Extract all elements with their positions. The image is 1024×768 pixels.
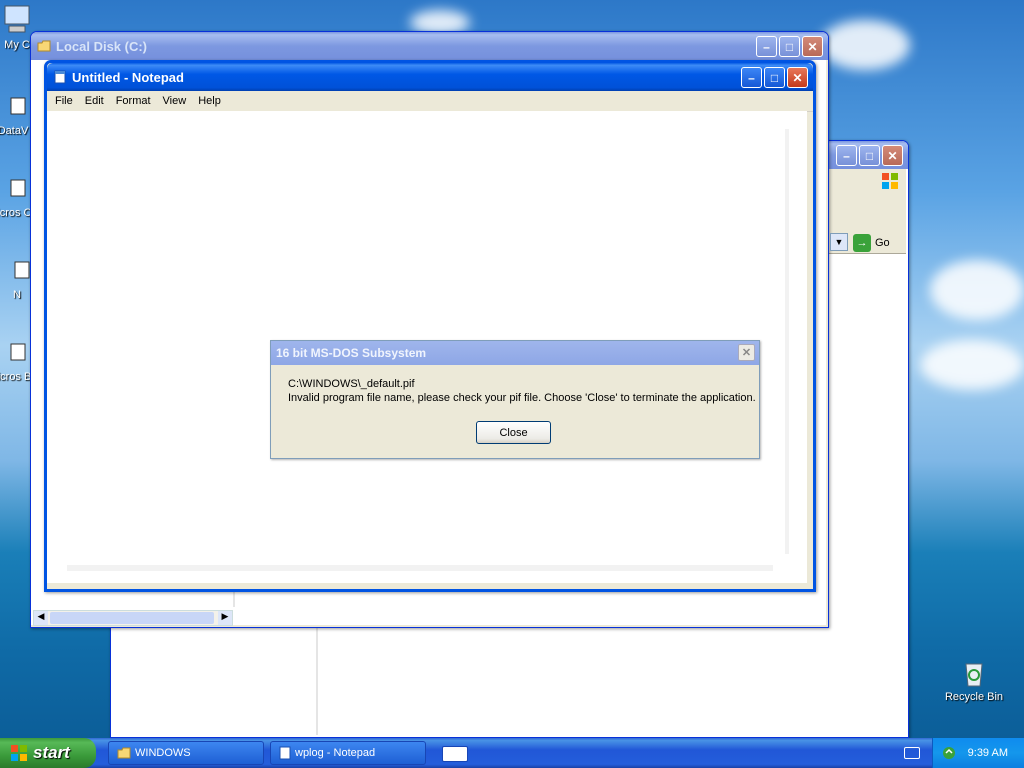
windows-logo-icon xyxy=(880,171,900,191)
notepad-titlebar[interactable]: Untitled - Notepad – □ ✕ xyxy=(47,63,813,91)
windows-flag-icon xyxy=(10,744,28,762)
minimize-button[interactable]: – xyxy=(836,145,857,166)
notepad-window[interactable]: Untitled - Notepad – □ ✕ File Edit Forma… xyxy=(44,60,816,592)
dialog-message: C:\WINDOWS\_default.pif Invalid program … xyxy=(271,365,759,405)
taskbar: start WINDOWS wplog - Notepad 9:39 AM xyxy=(0,738,1024,768)
scroll-thumb[interactable] xyxy=(50,612,214,624)
menu-format[interactable]: Format xyxy=(110,95,157,107)
app-icon xyxy=(1,254,33,286)
horizontal-scrollbar-track[interactable] xyxy=(67,565,773,571)
desktop-icon-label: My C xyxy=(4,39,30,51)
maximize-button[interactable]: □ xyxy=(779,36,800,57)
go-button[interactable]: → Go xyxy=(853,233,903,253)
dialog-close-button[interactable]: Close xyxy=(476,421,551,444)
scroll-right-button[interactable]: ▶ xyxy=(218,611,232,625)
task-group-icon[interactable] xyxy=(442,746,468,762)
dialog-message-line1: C:\WINDOWS\_default.pif xyxy=(288,378,415,390)
network-tray-icon[interactable] xyxy=(941,745,957,761)
close-button[interactable]: ✕ xyxy=(787,67,808,88)
address-dropdown-button[interactable]: ▼ xyxy=(830,233,848,251)
maximize-button[interactable]: □ xyxy=(859,145,880,166)
task-label: WINDOWS xyxy=(135,747,191,759)
local-disk-titlebar[interactable]: Local Disk (C:) – □ ✕ xyxy=(31,32,828,60)
dialog-close-icon[interactable]: ✕ xyxy=(738,344,755,361)
go-label: Go xyxy=(875,237,890,249)
maximize-button[interactable]: □ xyxy=(764,67,785,88)
menu-edit[interactable]: Edit xyxy=(79,95,110,107)
vertical-scrollbar-track[interactable] xyxy=(785,129,789,554)
app-icon xyxy=(0,336,29,368)
start-label: start xyxy=(33,743,70,762)
app-icon xyxy=(0,90,29,122)
dialog-title: 16 bit MS-DOS Subsystem xyxy=(276,346,427,360)
task-windows[interactable]: WINDOWS xyxy=(108,741,264,765)
start-button[interactable]: start xyxy=(0,738,96,768)
scroll-left-button[interactable]: ◀ xyxy=(34,611,48,625)
close-button[interactable]: ✕ xyxy=(802,36,823,57)
go-arrow-icon: → xyxy=(853,234,871,252)
task-label: wplog - Notepad xyxy=(295,747,376,759)
window-title: Local Disk (C:) xyxy=(56,38,148,54)
computer-icon xyxy=(1,4,33,36)
app-icon xyxy=(0,172,29,204)
system-tray: 9:39 AM xyxy=(932,738,1024,768)
dialog-message-line2: Invalid program file name, please check … xyxy=(288,392,756,404)
close-button[interactable]: ✕ xyxy=(882,145,903,166)
task-wplog-notepad[interactable]: wplog - Notepad xyxy=(270,741,426,765)
minimize-button[interactable]: – xyxy=(741,67,762,88)
desktop-icon-label: N xyxy=(13,289,21,301)
horizontal-scrollbar[interactable]: ◀ ▶ xyxy=(33,610,233,626)
clock[interactable]: 9:39 AM xyxy=(968,747,1008,759)
notepad-menubar: File Edit Format View Help xyxy=(47,91,813,112)
menu-file[interactable]: File xyxy=(49,95,79,107)
minimize-button[interactable]: – xyxy=(756,36,777,57)
recycle-bin-icon xyxy=(958,656,990,688)
desktop-icon-label: Recycle Bin xyxy=(944,691,1004,703)
keyboard-icon[interactable] xyxy=(904,747,920,759)
dialog-titlebar[interactable]: 16 bit MS-DOS Subsystem ✕ xyxy=(271,341,759,365)
folder-icon xyxy=(37,39,51,53)
msdos-error-dialog: 16 bit MS-DOS Subsystem ✕ C:\WINDOWS\_de… xyxy=(270,340,760,459)
window-title: Untitled - Notepad xyxy=(72,69,184,85)
menu-view[interactable]: View xyxy=(157,95,193,107)
folder-icon xyxy=(117,747,131,759)
notepad-icon xyxy=(279,746,291,760)
menu-help[interactable]: Help xyxy=(192,95,227,107)
desktop-icon-recycle-bin[interactable]: Recycle Bin xyxy=(939,656,1009,703)
notepad-icon xyxy=(53,70,67,84)
desktop-icon-label: DataV xyxy=(0,125,29,137)
